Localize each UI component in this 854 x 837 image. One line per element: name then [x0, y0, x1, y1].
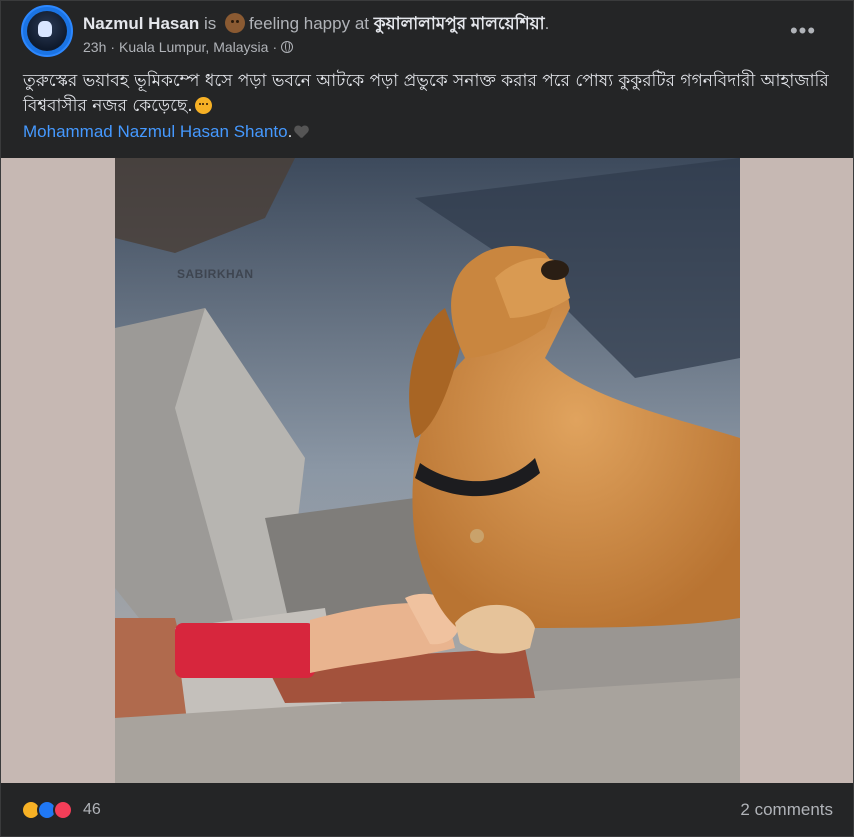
post-time[interactable]: 23h: [83, 39, 106, 55]
post-place[interactable]: Kuala Lumpur, Malaysia: [119, 39, 268, 55]
love-reaction-icon: [53, 800, 73, 820]
avatar-figure: [38, 21, 52, 37]
more-icon: •••: [789, 18, 817, 43]
feeling-emoji-icon: [224, 13, 245, 33]
post-text: তুরুস্কের ভয়াবহ ভূমিকম্পে ধসে পড়া ভবনে…: [23, 71, 829, 116]
sad-emoji-icon: [194, 97, 212, 114]
author-line: Nazmul Hasan is feeling happy at কুয়ালা…: [83, 11, 549, 39]
meta-separator: ·: [110, 39, 116, 55]
photo-watermark: SABIRKHAN: [177, 267, 254, 281]
location-period: .: [544, 14, 550, 33]
is-word: is: [203, 14, 217, 33]
post-photo[interactable]: SABIRKHAN: [115, 158, 740, 783]
reaction-count[interactable]: 46: [83, 801, 101, 819]
mention-suffix: .: [287, 122, 293, 141]
post-header: Nazmul Hasan is feeling happy at কুয়ালা…: [21, 5, 837, 61]
post-card: Nazmul Hasan is feeling happy at কুয়ালা…: [0, 0, 854, 837]
location-link[interactable]: কুয়ালালামপুর মালয়েশিয়া: [374, 14, 545, 33]
comments-link[interactable]: 2 comments: [740, 800, 833, 820]
post-media[interactable]: SABIRKHAN: [1, 158, 853, 783]
reaction-icons[interactable]: [21, 800, 73, 820]
meta-separator-2: ·: [272, 39, 278, 55]
mention-line: Mohammad Nazmul Hasan Shanto.: [23, 120, 308, 144]
feeling-text: feeling happy at: [248, 14, 369, 33]
mention-link[interactable]: Mohammad Nazmul Hasan Shanto: [23, 122, 288, 141]
globe-icon[interactable]: [281, 41, 294, 53]
post-footer: 46 2 comments: [21, 783, 833, 837]
author-name[interactable]: Nazmul Hasan: [83, 14, 199, 33]
avatar[interactable]: [21, 5, 73, 57]
more-options-button[interactable]: •••: [785, 13, 821, 49]
post-text-block: তুরুস্কের ভয়াবহ ভূমিকম্পে ধসে পড়া ভবনে…: [23, 69, 833, 119]
dog-rubble-illustration: SABIRKHAN: [115, 158, 740, 783]
black-heart-icon: [294, 126, 308, 138]
post-meta: 23h · Kuala Lumpur, Malaysia ·: [83, 39, 294, 55]
